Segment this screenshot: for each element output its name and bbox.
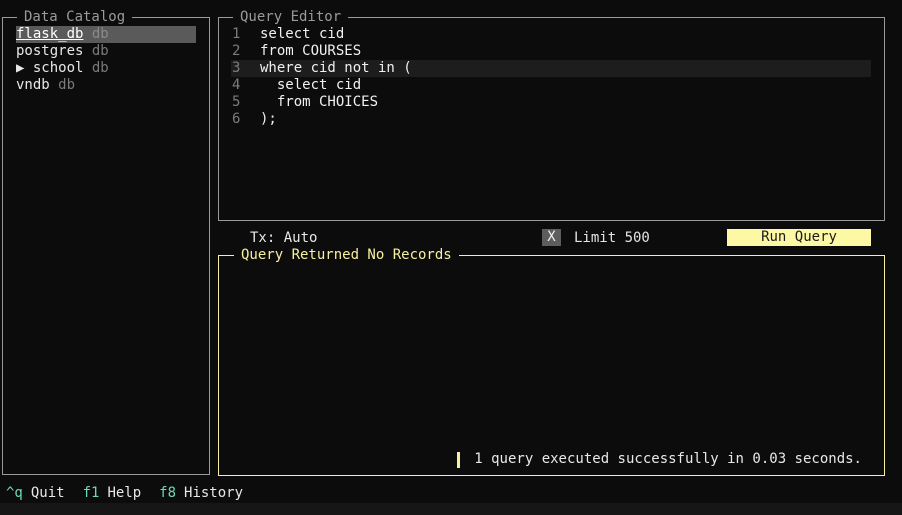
db-tag: db — [91, 60, 109, 76]
code-text: select cid — [260, 77, 362, 93]
status-text: 1 query executed successfully in 0.03 se… — [474, 451, 862, 467]
code-line-current[interactable]: 3 where cid not in ( — [231, 60, 871, 77]
transaction-mode[interactable]: Tx: Auto — [250, 229, 317, 247]
run-query-button[interactable]: Run Query — [727, 229, 871, 246]
catalog-item-vndb[interactable]: vndb db — [16, 77, 196, 94]
catalog-item-school[interactable]: ▶ school db — [16, 60, 196, 77]
expand-arrow-icon[interactable]: ▶ — [16, 60, 33, 76]
db-name: vndb — [16, 77, 50, 93]
code-line[interactable]: 1 select cid — [231, 26, 871, 43]
limit-checkbox[interactable]: X — [542, 229, 561, 246]
catalog-item-flask-db[interactable]: flask_db db — [16, 26, 196, 43]
line-number: 4 — [232, 77, 241, 93]
code-line[interactable]: 2 from COURSES — [231, 43, 871, 60]
db-name: school — [32, 60, 84, 76]
line-number: 5 — [232, 94, 241, 110]
status-indicator — [457, 451, 461, 468]
code-text: ); — [260, 111, 277, 127]
line-number: 6 — [232, 111, 241, 127]
app-window: Data Catalog flask_db db postgres db ▶ s… — [0, 0, 902, 515]
code-area[interactable]: 1 select cid 2 from COURSES 3 where cid not… — [231, 26, 871, 128]
limit-label[interactable]: Limit 500 — [574, 229, 650, 247]
key-history-label[interactable]: History — [184, 484, 243, 502]
key-help[interactable]: f1 — [83, 484, 100, 502]
key-quit[interactable]: ^q — [6, 484, 23, 502]
db-tag: db — [58, 77, 76, 93]
code-text: where cid not in ( — [260, 60, 412, 76]
catalog-item-postgres[interactable]: postgres db — [16, 43, 196, 60]
line-number: 2 — [232, 43, 241, 59]
catalog-title: Data Catalog — [17, 9, 133, 25]
results-title: Query Returned No Records — [234, 247, 459, 263]
editor-title: Query Editor — [233, 9, 349, 25]
code-line[interactable]: 5 from CHOICES — [231, 94, 871, 111]
db-name: postgres — [16, 43, 84, 59]
footer-keybindings: ^q Quit f1 Help f8 History — [6, 484, 261, 502]
query-editor-panel[interactable]: Query Editor 1 select cid 2 from COURSES 3… — [218, 9, 885, 221]
query-toolbar: Tx: Auto X Limit 500 Run Query — [218, 228, 885, 248]
code-line[interactable]: 6); — [231, 111, 871, 128]
background-strip — [0, 503, 902, 515]
code-text: select cid — [260, 26, 345, 42]
key-history[interactable]: f8 — [159, 484, 176, 502]
db-name: flask_db — [16, 26, 84, 42]
code-text: from CHOICES — [260, 94, 379, 110]
catalog-tree: flask_db db postgres db ▶ school db vndb… — [16, 26, 196, 94]
db-tag: db — [91, 26, 109, 42]
code-text: from COURSES — [260, 43, 362, 59]
data-catalog-panel: Data Catalog flask_db db postgres db ▶ s… — [2, 9, 210, 475]
db-tag: db — [91, 43, 109, 59]
line-number: 3 — [232, 60, 241, 76]
code-line[interactable]: 4 select cid — [231, 77, 871, 94]
line-number: 1 — [232, 26, 241, 42]
key-quit-label[interactable]: Quit — [31, 484, 65, 502]
results-panel[interactable]: Query Returned No Records 1 query execut… — [218, 247, 885, 476]
key-help-label[interactable]: Help — [107, 484, 141, 502]
status-message: 1 query executed successfully in 0.03 se… — [457, 451, 862, 468]
